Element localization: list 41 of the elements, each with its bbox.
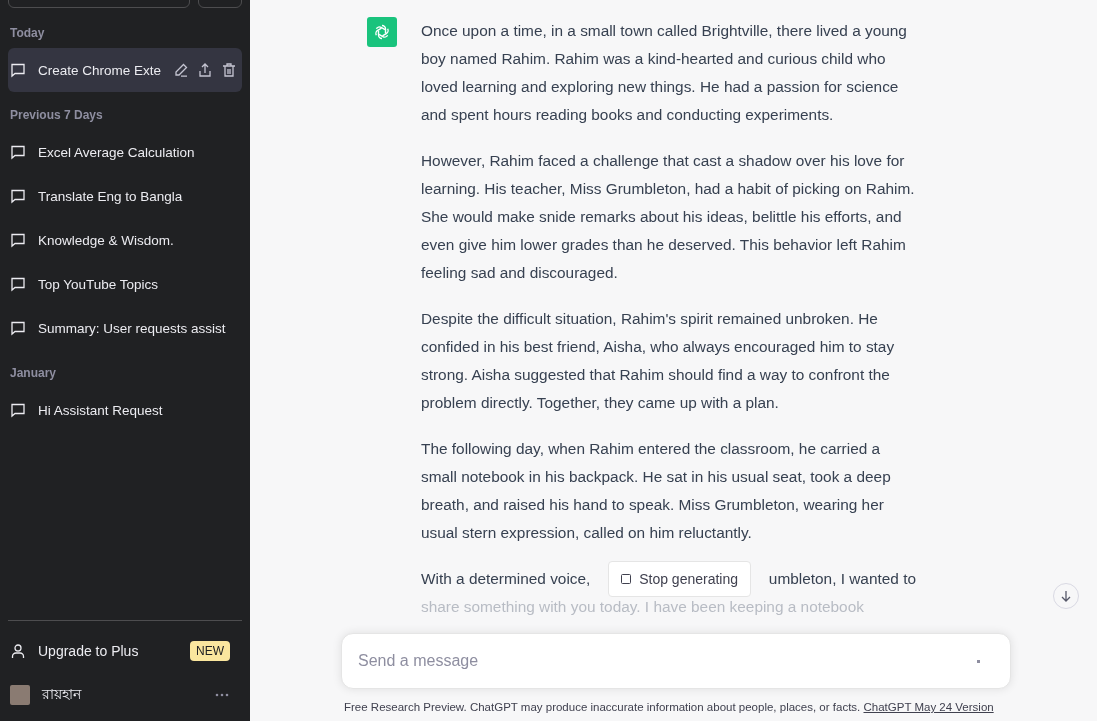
disclaimer-text: Free Research Preview. ChatGPT may produce inaccurate information about people, places, or facts. ChatGPT May 24 Version	[343, 700, 995, 713]
response-text-fragment: With a determined voice,	[421, 569, 591, 589]
chat-history-item[interactable]: Knowledge & Wisdom.	[8, 218, 242, 262]
chat-history-item[interactable]: Excel Average Calculation	[8, 130, 242, 174]
user-icon	[10, 643, 26, 659]
user-name: রায়হান	[42, 685, 81, 704]
response-paragraph: Once upon a time, in a small town called Brightville, there lived a young boy named Rahim. Rahim was a kind-hearted and curious child who loved learning and exploring new things. He had a passion for science and spent hours reading books and conducting experiments.	[421, 21, 908, 125]
response-text-fragment: umbleton, I wanted to	[768, 569, 916, 589]
arrow-down-icon	[1060, 590, 1072, 602]
chat-history-item[interactable]: Translate Eng to Bangla	[8, 174, 242, 218]
chat-bubble-icon	[10, 276, 26, 292]
chat-history-item[interactable]: Top YouTube Topics	[8, 262, 242, 306]
chat-bubble-icon	[10, 320, 26, 336]
section-heading: Today	[9, 25, 46, 42]
chat-bubble-icon	[10, 62, 26, 78]
response-paragraph: However, Rahim faced a challenge that cast a shadow over his love for learning. His teacher, Miss Grumbleton, had a habit of picking on Rahim. She would make snide remarks about his ideas, belittle his efforts, and even give him lower grades than he deserved. This behavior left Rahim feeling sad and discouraged.	[421, 151, 916, 283]
message-input[interactable]: Send a message	[341, 633, 1011, 689]
upgrade-button[interactable]: Upgrade to Plus NEW	[8, 629, 242, 673]
version-link[interactable]: ChatGPT May 24 Version	[863, 701, 994, 713]
assistant-logo-icon	[367, 17, 397, 47]
scroll-down-button[interactable]	[1053, 583, 1079, 609]
section-heading: Previous 7 Days	[9, 107, 104, 124]
stop-generating-button[interactable]: Stop generating	[608, 561, 752, 597]
trash-icon[interactable]	[221, 62, 238, 78]
share-icon[interactable]	[197, 62, 214, 78]
new-badge: NEW	[190, 641, 230, 661]
chat-history-item[interactable]: Summary: User requests assist	[8, 306, 242, 350]
chat-bubble-icon	[10, 232, 26, 248]
chat-bubble-icon	[10, 144, 26, 160]
upgrade-label: Upgrade to Plus	[38, 643, 139, 659]
response-paragraph: Despite the difficult situation, Rahim's spirit remained unbroken. He confided in his best friend, Aisha, who always encouraged him to stay strong. Aisha suggested that Rahim should find a way to confront the problem directly. Together, they came up with a plan.	[421, 309, 896, 413]
chat-history-item[interactable]: Create Chrome Exte	[8, 48, 242, 92]
square-icon	[621, 574, 632, 584]
response-paragraph: The following day, when Rahim entered the classroom, he carried a small notebook in his backpack. He sat in his usual seat, took a deep breath, and raised his hand to speak. Miss Grumbleton, wearing her usual stern expression, called on him reluctantly.	[421, 439, 892, 543]
section-heading: January	[9, 365, 58, 382]
user-menu[interactable]: রায়হান	[8, 673, 242, 717]
chat-history-item[interactable]: Hi Assistant Request	[8, 388, 242, 432]
pencil-icon[interactable]	[173, 62, 190, 78]
avatar-placeholder	[10, 685, 30, 705]
chat-bubble-icon	[10, 402, 26, 418]
chat-bubble-icon	[10, 188, 26, 204]
